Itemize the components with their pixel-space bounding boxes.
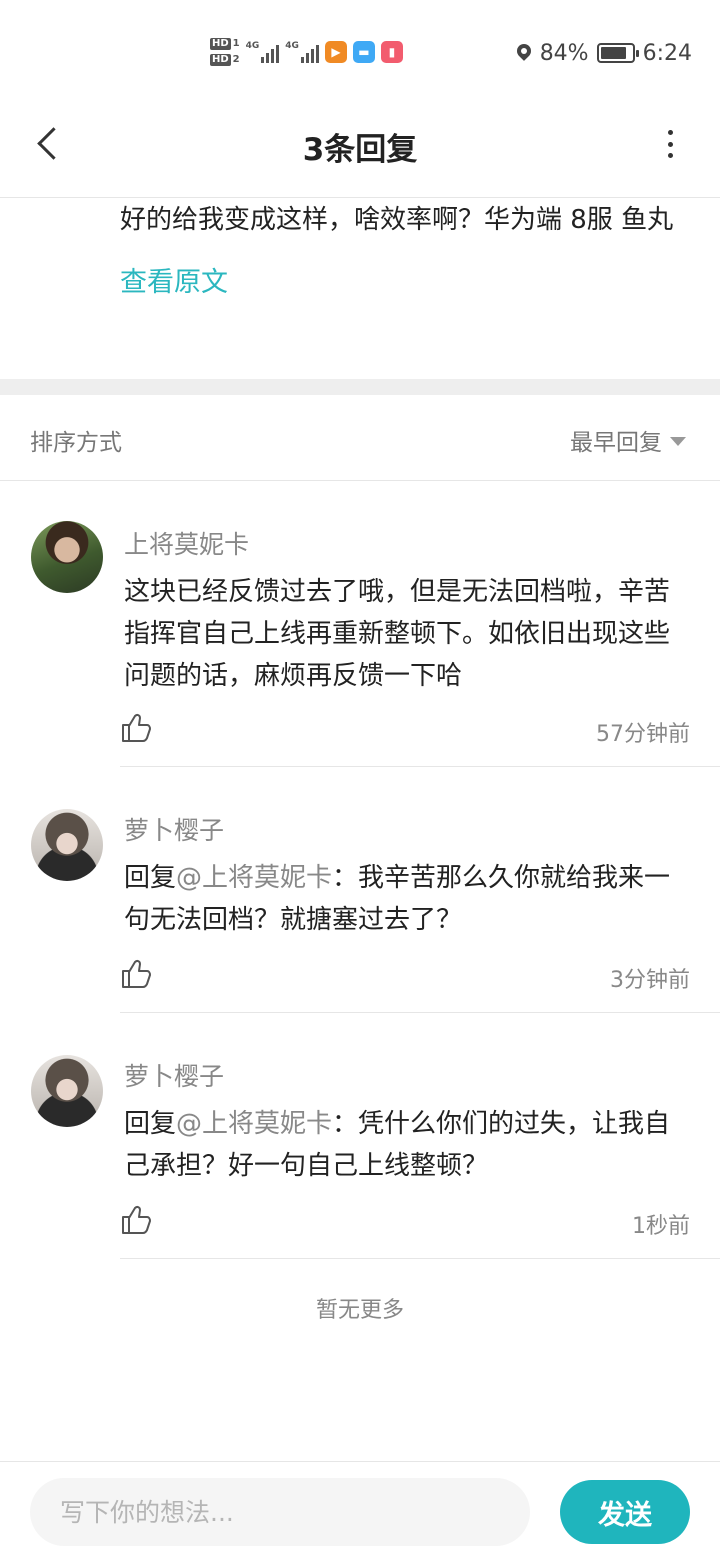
section-divider	[0, 379, 720, 395]
video-app-icon: ▶	[324, 41, 347, 63]
hd-icon: HD	[210, 54, 231, 66]
clock: 6:24	[642, 40, 692, 66]
avatar[interactable]	[31, 1055, 103, 1127]
mention[interactable]: @上将莫妮卡	[176, 1109, 332, 1139]
sort-dropdown[interactable]: 最早回复	[570, 423, 686, 457]
no-more-text: 暂无更多	[315, 1298, 404, 1323]
reply-prefix: 回复	[124, 1109, 177, 1139]
status-left: HD 1 HD 2 4G 4G ▶ ▬ ▮	[210, 32, 403, 72]
comment-body: 这块已经反馈过去了哦，但是无法回档啦，辛苦指挥官自己上线再重新整顿下。如依旧出现…	[124, 571, 694, 697]
reply-input[interactable]	[30, 1478, 530, 1546]
hd-indicators: HD 1 HD 2	[210, 38, 240, 66]
sort-row: 排序方式 最早回复	[0, 395, 720, 481]
avatar[interactable]	[31, 809, 103, 881]
send-button[interactable]: 发送	[560, 1480, 690, 1544]
book-app-icon: ▮	[380, 41, 403, 63]
hd-num: 1	[232, 38, 240, 49]
thumbs-up-icon[interactable]	[120, 1205, 152, 1235]
view-original-link[interactable]: 查看原文	[120, 260, 700, 299]
location-icon	[516, 42, 532, 64]
comment-text: 这块已经反馈过去了哦，但是无法回档啦，辛苦指挥官自己上线再重新整顿下。如依旧出现…	[124, 577, 671, 691]
comment-time: 3分钟前	[610, 968, 690, 993]
hd-icon: HD	[210, 38, 231, 50]
status-bar: HD 1 HD 2 4G 4G ▶ ▬ ▮ 84% 6:24	[0, 0, 720, 100]
hd-num: 2	[232, 54, 240, 65]
avatar[interactable]	[31, 521, 103, 593]
app-header: 3条回复	[0, 100, 720, 198]
original-post: 好的给我变成这样，啥效率啊？华为端 8服 鱼丸 查看原文	[120, 198, 700, 299]
comment-divider	[120, 1012, 720, 1013]
signal-icon: 4G	[285, 41, 319, 63]
dropdown-arrow-icon	[670, 436, 686, 446]
battery-icon	[596, 43, 639, 63]
more-options-icon[interactable]	[660, 126, 680, 162]
thumbs-up-icon[interactable]	[120, 959, 152, 989]
sort-value: 最早回复	[570, 430, 662, 456]
network-type: 4G	[245, 41, 260, 51]
comment-body: 回复@上将莫妮卡：凭什么你们的过失，让我自己承担？好一句自己上线整顿？	[124, 1103, 694, 1187]
comment-body: 回复@上将莫妮卡：我辛苦那么久你就给我来一句无法回档？就搪塞过去了？	[124, 857, 694, 941]
comment-time: 1秒前	[632, 1214, 690, 1239]
status-right: 84% 6:24	[516, 36, 692, 70]
message-app-icon: ▬	[352, 41, 375, 63]
signal-icon: 4G	[246, 41, 280, 63]
comment-author[interactable]: 上将莫妮卡	[124, 525, 249, 561]
page-title: 3条回复	[302, 132, 418, 168]
comment-divider	[120, 1258, 720, 1259]
sort-label: 排序方式	[30, 430, 122, 456]
network-type: 4G	[285, 41, 299, 51]
thumbs-up-icon[interactable]	[120, 713, 152, 743]
comment-divider	[120, 766, 720, 767]
comment-author[interactable]: 萝卜樱子	[124, 1057, 224, 1093]
reply-bar: 发送	[0, 1461, 720, 1560]
comment-time: 57分钟前	[596, 722, 690, 747]
comment-author[interactable]: 萝卜樱子	[124, 811, 224, 847]
original-text: 好的给我变成这样，啥效率啊？华为端 8服 鱼丸	[120, 205, 674, 235]
battery-percent: 84%	[539, 40, 589, 66]
mention[interactable]: @上将莫妮卡	[176, 863, 332, 893]
reply-prefix: 回复	[124, 863, 177, 893]
